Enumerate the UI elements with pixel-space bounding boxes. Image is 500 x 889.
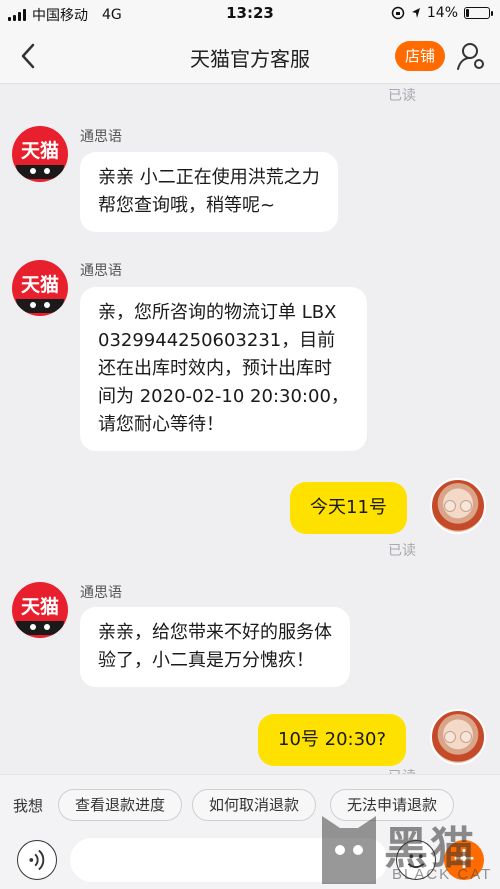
message-line: 亲，您所咨询的物流订单 LBX <box>98 302 337 323</box>
cat-face-icon <box>16 299 64 313</box>
cat-face-icon <box>16 621 64 635</box>
message-line: 验了，小二真是万分愧疚！ <box>98 650 314 671</box>
message-line: 亲亲，给您带来不好的服务体 <box>98 622 332 643</box>
rotation-lock-icon <box>391 6 405 20</box>
battery-percent: 14% <box>426 5 458 21</box>
message-bubble-incoming[interactable]: 亲亲，给您带来不好的服务体 验了，小二真是万分愧疚！ <box>80 607 350 687</box>
avatar-face <box>460 731 472 743</box>
status-right: 14% <box>391 5 493 21</box>
sender-name: 通思语 <box>80 585 122 601</box>
cat-face-icon <box>16 165 64 179</box>
tmall-avatar[interactable]: 天猫 <box>12 126 68 182</box>
watermark-en: BLACK CAT <box>392 866 493 883</box>
black-cat-logo-icon <box>322 816 376 884</box>
message-bubble-outgoing[interactable]: 今天11号 <box>290 482 407 534</box>
message-line: 请您耐心等待！ <box>98 414 224 435</box>
read-receipt: 已读 <box>388 543 416 559</box>
message-bubble-incoming[interactable]: 亲亲 小二正在使用洪荒之力 帮您查询哦，稍等呢~ <box>80 152 338 232</box>
read-receipt: 已读 <box>388 88 416 104</box>
message-line: 亲亲 小二正在使用洪荒之力 <box>98 167 320 188</box>
avatar-face <box>444 731 456 743</box>
message-bubble-outgoing[interactable]: 10号 20:30? <box>258 714 407 766</box>
user-avatar[interactable] <box>430 709 486 765</box>
quick-reply-cancel-refund[interactable]: 如何取消退款 <box>192 789 316 821</box>
read-receipt: 已读 <box>388 766 416 774</box>
sender-name: 通思语 <box>80 263 122 279</box>
tmall-avatar[interactable]: 天猫 <box>12 260 68 316</box>
message-line: 还在出库时效内，预计出库时 <box>98 358 332 379</box>
user-avatar[interactable] <box>430 478 486 534</box>
battery-icon <box>464 7 493 19</box>
sender-name: 通思语 <box>80 129 122 145</box>
avatar-face <box>444 500 456 512</box>
black-cat-watermark: 黑猫 BLACK CAT <box>318 812 498 888</box>
quick-reply-label: 我想 <box>13 797 44 815</box>
voice-icon[interactable] <box>17 840 57 880</box>
tmall-logo-text: 天猫 <box>20 140 59 162</box>
tmall-logo-text: 天猫 <box>20 596 59 618</box>
store-button[interactable]: 店铺 <box>395 41 445 71</box>
location-icon <box>411 8 420 18</box>
message-line: 间为 2020-02-10 20:30:00， <box>98 386 349 407</box>
user-settings-icon[interactable] <box>455 40 487 72</box>
message-bubble-incoming[interactable]: 亲，您所咨询的物流订单 LBX 0329944250603231，目前 还在出库… <box>80 287 367 451</box>
nav-bar: 天猫官方客服 店铺 <box>0 28 500 84</box>
tmall-logo-text: 天猫 <box>20 274 59 296</box>
quick-reply-refund-progress[interactable]: 查看退款进度 <box>58 789 182 821</box>
chat-area[interactable]: 已读 天猫 通思语 亲亲 小二正在使用洪荒之力 帮您查询哦，稍等呢~ 天猫 通思… <box>0 84 500 774</box>
status-bar: 中国移动 4G 13:23 14% <box>0 0 500 28</box>
tmall-avatar[interactable]: 天猫 <box>12 582 68 638</box>
message-line: 帮您查询哦，稍等呢~ <box>98 195 276 216</box>
message-line: 0329944250603231，目前 <box>98 330 336 351</box>
avatar-face <box>460 500 472 512</box>
